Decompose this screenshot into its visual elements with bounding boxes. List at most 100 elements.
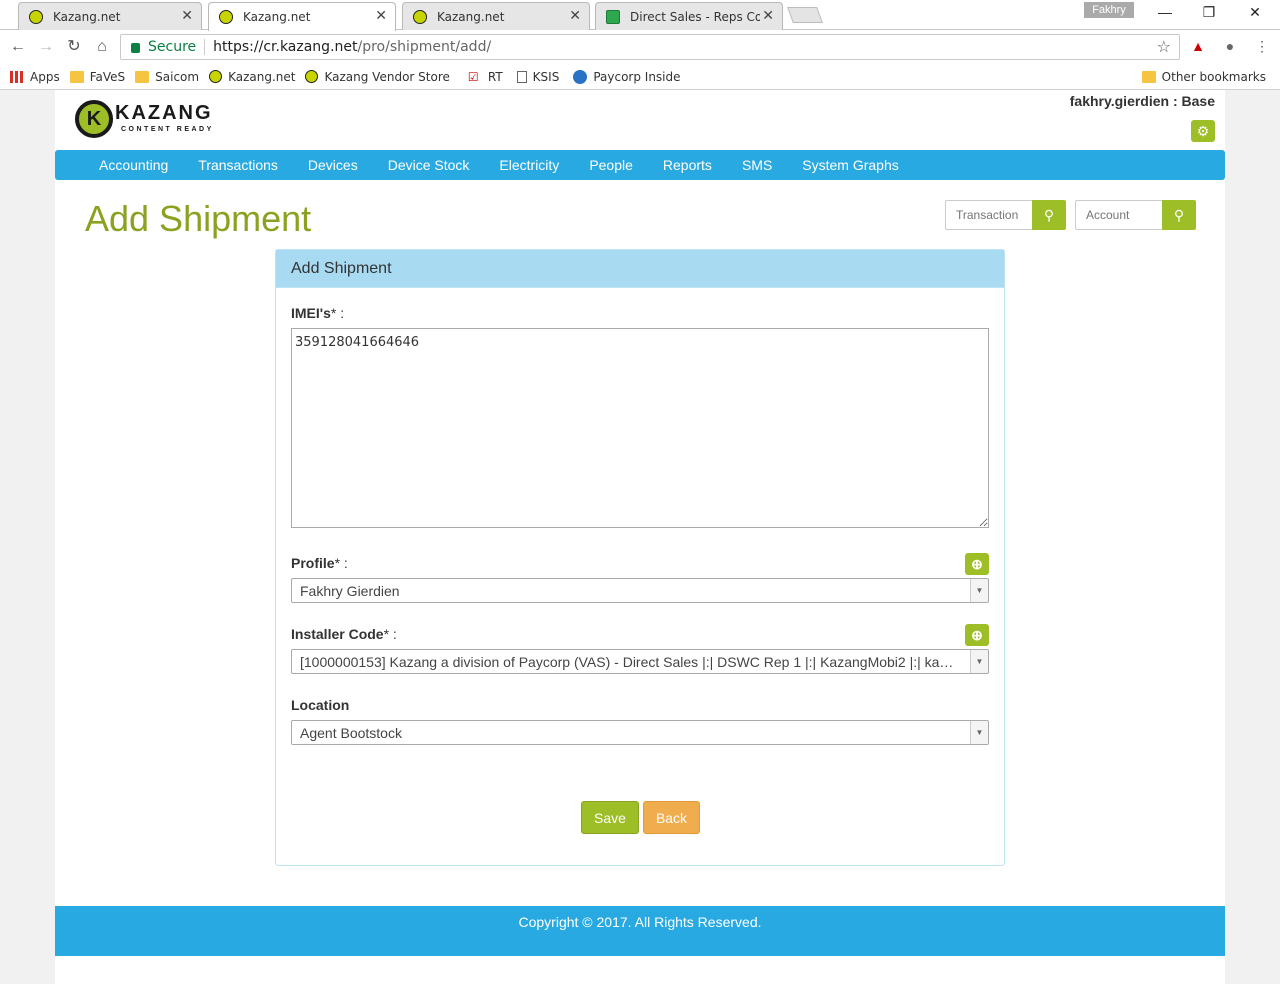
- close-icon[interactable]: ✕: [375, 8, 387, 24]
- search-icon[interactable]: ⚲: [1162, 200, 1196, 230]
- home-icon[interactable]: ⌂: [92, 37, 112, 57]
- kazang-favicon-icon: [29, 10, 43, 24]
- installer-selected-value: [1000000153] Kazang a division of Paycor…: [300, 654, 954, 670]
- reload-icon[interactable]: ↻: [64, 37, 84, 57]
- page-footer: Copyright © 2017. All Rights Reserved.: [55, 906, 1225, 956]
- bookmark-label: RT: [487, 69, 503, 84]
- panel-title: Add Shipment: [276, 250, 1004, 288]
- search-icon[interactable]: ⚲: [1032, 200, 1066, 230]
- close-icon[interactable]: ✕: [181, 8, 193, 24]
- close-icon[interactable]: ✕: [762, 8, 774, 24]
- page-title: Add Shipment: [85, 198, 312, 239]
- browser-tab[interactable]: Kazang.net ✕: [18, 2, 202, 30]
- add-installer-plus-icon[interactable]: ⊕: [965, 624, 989, 646]
- required-marker: * :: [334, 555, 348, 571]
- transaction-search: ⚲: [945, 200, 1066, 230]
- bookmark-star-icon[interactable]: ☆: [1157, 37, 1171, 56]
- gear-icon[interactable]: ⚙: [1191, 120, 1215, 142]
- nav-item-system-graphs[interactable]: System Graphs: [802, 157, 898, 173]
- other-bookmarks[interactable]: Other bookmarks: [1141, 69, 1266, 84]
- profile-label: Profile* :: [291, 555, 348, 571]
- logo-word: KAZANG: [115, 102, 213, 124]
- chevron-down-icon: ▼: [970, 650, 988, 673]
- nav-item-devices[interactable]: Devices: [308, 157, 358, 173]
- bookmark-label: Apps: [30, 69, 60, 84]
- back-button[interactable]: Back: [643, 801, 700, 834]
- nav-item-electricity[interactable]: Electricity: [499, 157, 559, 173]
- sheets-favicon-icon: [606, 10, 620, 24]
- close-icon[interactable]: ✕: [569, 8, 581, 24]
- logo-tagline: CONTENT READY: [121, 126, 214, 133]
- tab-title: Direct Sales - Reps Conta: [630, 9, 760, 24]
- add-profile-plus-icon[interactable]: ⊕: [965, 553, 989, 575]
- profile-label-text: Profile: [291, 555, 335, 571]
- bookmark-paycorp-inside[interactable]: Paycorp Inside: [573, 69, 681, 84]
- bookmark-label: FaVeS: [89, 69, 126, 84]
- browser-toolbar: ← → ↻ ⌂ Secure https://cr.kazang.net/pro…: [0, 30, 1280, 64]
- browser-tab-strip: Kazang.net ✕ Kazang.net ✕ Kazang.net ✕ D…: [0, 0, 1280, 31]
- nav-item-sms[interactable]: SMS: [742, 157, 772, 173]
- nav-item-reports[interactable]: Reports: [663, 157, 712, 173]
- bookmark-faves[interactable]: FaVeS: [69, 69, 126, 84]
- imei-textarea[interactable]: 359128041664646: [291, 328, 989, 528]
- location-select[interactable]: Agent Bootstock ▼: [291, 720, 989, 745]
- folder-icon: [1141, 70, 1156, 83]
- browser-tab-active[interactable]: Kazang.net ✕: [208, 2, 396, 31]
- imei-label-text: IMEI's: [291, 305, 331, 321]
- location-label: Location: [291, 697, 350, 713]
- pdf-extension-icon[interactable]: ▲: [1190, 38, 1206, 54]
- menu-dots-icon[interactable]: ⋮: [1254, 38, 1270, 54]
- installer-code-select[interactable]: [1000000153] Kazang a division of Paycor…: [291, 649, 989, 674]
- new-tab-button[interactable]: [787, 7, 823, 23]
- installer-label-text: Installer Code: [291, 626, 384, 642]
- bookmark-rt[interactable]: ☑ RT: [468, 70, 503, 84]
- transaction-search-input[interactable]: [945, 200, 1032, 230]
- bookmark-saicom[interactable]: Saicom: [135, 70, 199, 84]
- save-button[interactable]: Save: [581, 801, 639, 834]
- browser-profile-chip[interactable]: Fakhry: [1084, 2, 1134, 18]
- nav-item-transactions[interactable]: Transactions: [198, 157, 278, 173]
- kazang-favicon-icon: [413, 10, 427, 24]
- bookmark-label: Other bookmarks: [1161, 69, 1266, 84]
- nav-item-device-stock[interactable]: Device Stock: [388, 157, 470, 173]
- bookmark-label: Paycorp Inside: [593, 69, 681, 84]
- installer-code-label: Installer Code* :: [291, 626, 397, 642]
- kazang-logo[interactable]: K KAZANG CONTENT READY: [75, 100, 225, 144]
- nav-item-accounting[interactable]: Accounting: [99, 157, 168, 173]
- chevron-down-icon: ▼: [970, 721, 988, 744]
- bookmarks-bar: Apps FaVeS Saicom Kazang.net Kazang Vend…: [0, 64, 1280, 90]
- tab-title: Kazang.net: [243, 10, 311, 24]
- bookmark-label: Saicom: [155, 69, 200, 84]
- minimize-icon[interactable]: —: [1142, 4, 1188, 20]
- user-info: fakhry.gierdien : Base: [1069, 93, 1215, 109]
- bookmark-apps[interactable]: Apps: [10, 70, 60, 84]
- extension-bulb-icon[interactable]: ●: [1222, 38, 1238, 54]
- kazang-k-icon: K: [75, 100, 113, 138]
- url-host: https://cr.kazang.net: [213, 39, 358, 55]
- kazang-favicon-icon: [305, 70, 319, 83]
- back-arrow-icon[interactable]: ←: [8, 37, 28, 57]
- folder-icon: [69, 70, 84, 83]
- required-marker: * :: [383, 626, 397, 642]
- secure-label: Secure: [148, 39, 206, 55]
- bookmark-kazang[interactable]: Kazang.net: [209, 70, 295, 84]
- address-bar[interactable]: Secure https://cr.kazang.net/pro/shipmen…: [120, 34, 1180, 60]
- account-search: ⚲: [1075, 200, 1196, 230]
- kazang-favicon-icon: [219, 10, 233, 24]
- bookmark-label: KSIS: [532, 69, 560, 84]
- nav-item-people[interactable]: People: [589, 157, 633, 173]
- forward-arrow-icon[interactable]: →: [36, 37, 56, 57]
- browser-tab[interactable]: Kazang.net ✕: [402, 2, 590, 30]
- bookmark-ksis[interactable]: KSIS: [516, 69, 560, 84]
- window-close-icon[interactable]: ✕: [1232, 4, 1278, 21]
- account-search-input[interactable]: [1075, 200, 1162, 230]
- profile-select[interactable]: Fakhry Gierdien ▼: [291, 578, 989, 603]
- restore-icon[interactable]: ❐: [1186, 4, 1232, 21]
- profile-selected-value: Fakhry Gierdien: [300, 583, 400, 599]
- browser-tab[interactable]: Direct Sales - Reps Conta ✕: [595, 2, 783, 30]
- chevron-down-icon: ▼: [970, 579, 988, 602]
- folder-icon: [135, 70, 150, 83]
- location-selected-value: Agent Bootstock: [300, 725, 402, 741]
- bookmark-kazang-vendor-store[interactable]: Kazang Vendor Store: [305, 70, 450, 84]
- url-path: /pro/shipment/add/: [357, 39, 492, 55]
